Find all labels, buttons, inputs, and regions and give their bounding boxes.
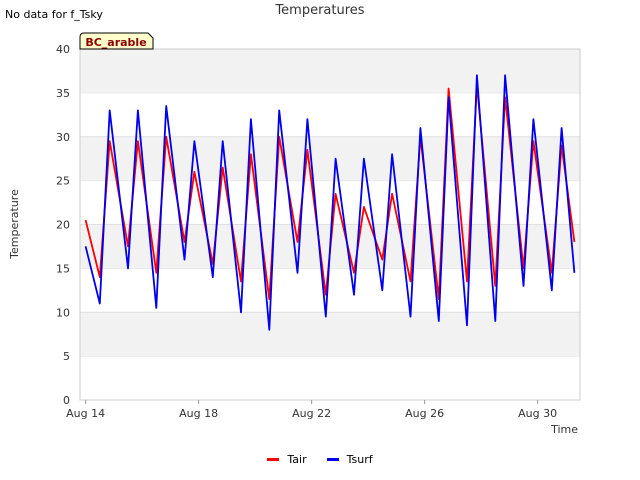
legend-item-tsurf: Tsurf xyxy=(326,453,373,466)
x-tick-label: Aug 30 xyxy=(518,407,557,420)
y-tick-label: 40 xyxy=(56,43,70,56)
legend: Tair Tsurf xyxy=(0,453,640,466)
x-tick-label: Aug 18 xyxy=(179,407,218,420)
y-tick-label: 5 xyxy=(63,350,70,363)
site-badge: BC_arable xyxy=(79,32,154,50)
y-tick-label: 30 xyxy=(56,131,70,144)
x-axis-label: Time xyxy=(550,423,578,436)
grid-band xyxy=(80,136,580,181)
y-axis-label: Temperature xyxy=(8,189,21,260)
grid-band xyxy=(80,312,580,357)
legend-item-tair: Tair xyxy=(267,453,307,466)
y-tick-label: 15 xyxy=(56,262,70,275)
y-tick-label: 0 xyxy=(63,394,70,407)
y-tick-label: 10 xyxy=(56,306,70,319)
legend-swatch-tair xyxy=(267,458,280,461)
y-tick-label: 20 xyxy=(56,219,70,232)
legend-label-tsurf: Tsurf xyxy=(346,453,373,466)
x-tick-label: Aug 22 xyxy=(292,407,331,420)
legend-swatch-tsurf xyxy=(326,458,339,461)
legend-label-tair: Tair xyxy=(287,453,307,466)
y-tick-label: 25 xyxy=(56,175,70,188)
temperature-chart: 0 5 10 15 20 25 30 35 40 Aug 14 Aug 18 Aug 22 Aug 2… xyxy=(8,3,581,436)
x-tick-label: Aug 26 xyxy=(405,407,444,420)
series-line-tsurf xyxy=(84,74,576,331)
site-badge-label: BC_arable xyxy=(85,36,146,49)
chart-title: Temperatures xyxy=(274,3,364,18)
x-tick-label: Aug 14 xyxy=(66,407,105,420)
y-tick-label: 35 xyxy=(56,87,70,100)
